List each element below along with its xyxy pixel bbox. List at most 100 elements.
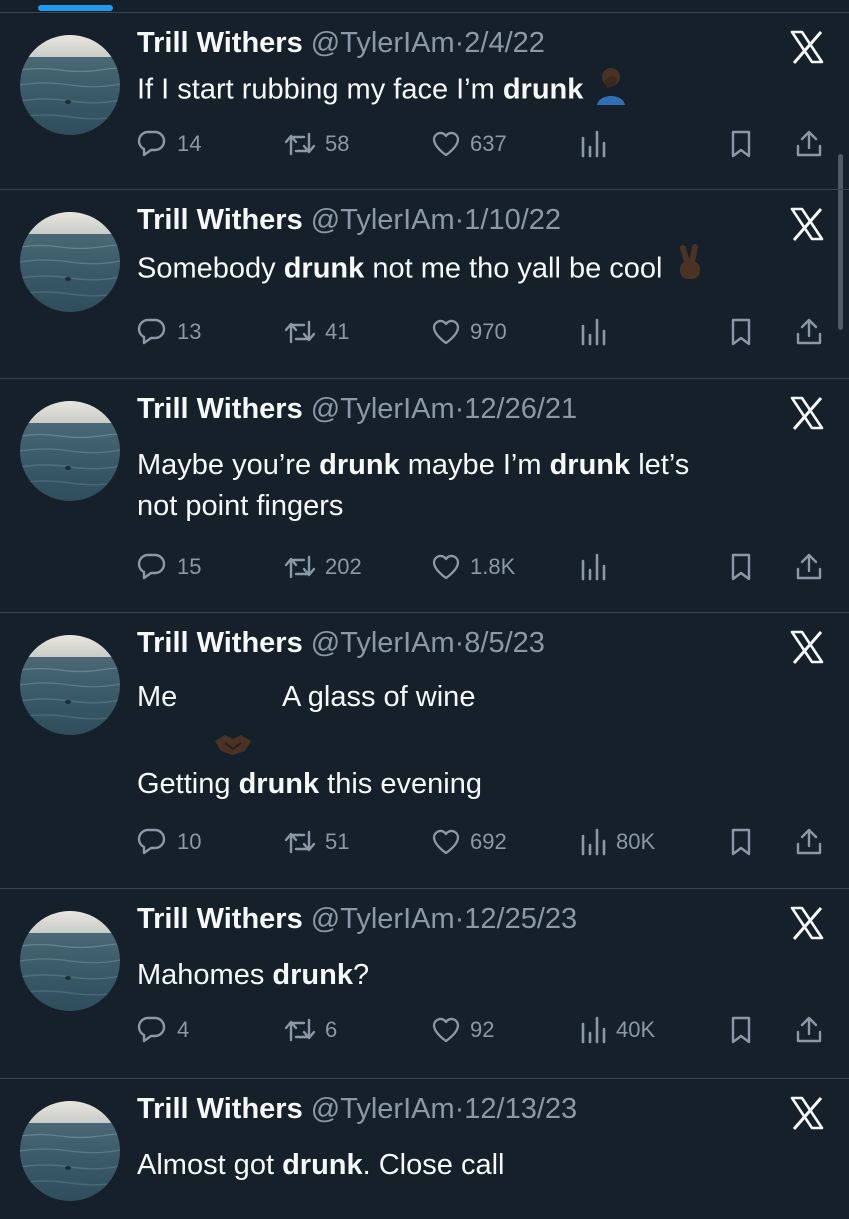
- author-name[interactable]: Trill Withers: [137, 393, 303, 425]
- tweet[interactable]: Trill Withers @TylerIAm·1/10/22 Somebody …: [0, 190, 849, 379]
- x-logo-icon: [789, 395, 825, 431]
- x-logo-icon: [789, 1095, 825, 1131]
- bookmark-button[interactable]: [726, 824, 756, 860]
- views-button[interactable]: 80K: [578, 824, 655, 860]
- bookmark-button[interactable]: [726, 549, 756, 585]
- avatar[interactable]: [20, 401, 120, 501]
- tweet-date[interactable]: 2/4/22: [464, 27, 545, 59]
- avatar[interactable]: [20, 212, 120, 312]
- author-name[interactable]: Trill Withers: [137, 1093, 303, 1125]
- avatar[interactable]: [20, 35, 120, 135]
- text-segment: . Close call: [362, 1149, 505, 1181]
- reply-button[interactable]: 10: [137, 824, 201, 860]
- x-logo-icon: [789, 206, 825, 242]
- tweet[interactable]: Trill Withers @TylerIAm·12/25/23 Mahomes …: [0, 889, 849, 1079]
- bookmark-button[interactable]: [726, 314, 756, 350]
- x-logo-icon: [789, 629, 825, 665]
- retweet-button[interactable]: 58: [283, 126, 349, 162]
- bar-chart-icon: [578, 1014, 608, 1046]
- reply-icon: [137, 1014, 169, 1046]
- views-button[interactable]: 40K: [578, 1012, 655, 1048]
- share-button[interactable]: [794, 314, 824, 350]
- bookmark-icon: [726, 128, 756, 160]
- like-button[interactable]: 1.8K: [430, 549, 515, 585]
- tweet[interactable]: Trill Withers @TylerIAm·2/4/22 If I start…: [0, 13, 849, 190]
- retweet-count: 41: [325, 319, 350, 344]
- retweet-button[interactable]: 51: [283, 824, 349, 860]
- heart-icon: [430, 551, 462, 583]
- like-button[interactable]: 637: [430, 126, 507, 162]
- retweet-count: 202: [325, 554, 362, 579]
- tweet[interactable]: Trill Withers @TylerIAm·12/13/23 Almost g…: [0, 1079, 849, 1219]
- author-handle[interactable]: @TylerIAm: [311, 1093, 455, 1125]
- author-name[interactable]: Trill Withers: [137, 903, 303, 935]
- tweet[interactable]: Trill Withers @TylerIAm·8/5/23 Me A glass …: [0, 613, 849, 889]
- author-handle[interactable]: @TylerIAm: [311, 204, 455, 236]
- retweet-icon: [283, 1014, 317, 1046]
- share-button[interactable]: [794, 126, 824, 162]
- separator-dot: ·: [454, 27, 465, 59]
- reply-button[interactable]: 14: [137, 126, 201, 162]
- bar-chart-icon: [578, 316, 608, 348]
- tweet-date[interactable]: 12/26/21: [464, 393, 577, 425]
- share-icon: [794, 826, 824, 858]
- tweet-header: Trill Withers @TylerIAm·2/4/22: [137, 25, 545, 61]
- share-button[interactable]: [794, 824, 824, 860]
- reply-icon: [137, 826, 169, 858]
- text-segment: not point fingers: [137, 490, 344, 522]
- views-button[interactable]: [578, 549, 608, 585]
- tweet-text: Maybe you’re drunk maybe I’m drunk let’s…: [137, 445, 797, 527]
- author-name[interactable]: Trill Withers: [137, 27, 303, 59]
- avatar[interactable]: [20, 635, 120, 735]
- text-segment: let’s: [630, 449, 690, 481]
- tweet-date[interactable]: 1/10/22: [464, 204, 561, 236]
- reply-button[interactable]: 13: [137, 314, 201, 350]
- text-segment: Me: [137, 681, 178, 713]
- tweet[interactable]: Trill Withers @TylerIAm·12/26/21 Maybe yo…: [0, 379, 849, 613]
- reply-count: 14: [177, 131, 202, 156]
- tweet-header: Trill Withers @TylerIAm·8/5/23: [137, 625, 545, 661]
- text-segment: Maybe you’re: [137, 449, 320, 481]
- tweet-text: Me A glass of wine Getting drunk this even…: [137, 677, 797, 805]
- tweet-header: Trill Withers @TylerIAm·12/13/23: [137, 1091, 577, 1127]
- author-name[interactable]: Trill Withers: [137, 204, 303, 236]
- views-button[interactable]: [578, 314, 608, 350]
- like-button[interactable]: 692: [430, 824, 507, 860]
- tweet-date[interactable]: 8/5/23: [464, 627, 545, 659]
- share-button[interactable]: [794, 549, 824, 585]
- tweet-date[interactable]: 12/25/23: [464, 903, 577, 935]
- author-handle[interactable]: @TylerIAm: [311, 393, 455, 425]
- highlighted-text: drunk: [282, 1149, 363, 1181]
- bookmark-icon: [726, 826, 756, 858]
- reply-button[interactable]: 15: [137, 549, 201, 585]
- tweet-text: If I start rubbing my face I’m drunk: [137, 65, 797, 117]
- text-segment: If I start rubbing my face I’m: [137, 73, 503, 106]
- text-line: Almost got drunk. Close call: [137, 1145, 797, 1186]
- like-button[interactable]: 970: [430, 314, 507, 350]
- retweet-button[interactable]: 41: [283, 314, 349, 350]
- share-button[interactable]: [794, 1012, 824, 1048]
- author-handle[interactable]: @TylerIAm: [311, 27, 455, 59]
- retweet-button[interactable]: 6: [283, 1012, 337, 1048]
- author-handle[interactable]: @TylerIAm: [311, 627, 455, 659]
- text-line: [137, 718, 797, 764]
- text-line: not point fingers: [137, 486, 797, 527]
- text-segment: ?: [352, 959, 370, 991]
- bookmark-button[interactable]: [726, 1012, 756, 1048]
- bookmark-icon: [726, 1014, 756, 1046]
- retweet-button[interactable]: 202: [283, 549, 362, 585]
- author-name[interactable]: Trill Withers: [137, 627, 303, 659]
- reply-button[interactable]: 4: [137, 1012, 189, 1048]
- avatar[interactable]: [20, 1101, 120, 1201]
- heart-icon: [430, 316, 462, 348]
- avatar[interactable]: [20, 911, 120, 1011]
- text-line: Somebody drunk not me tho yall be cool: [137, 244, 797, 296]
- text-line: If I start rubbing my face I’m drunk: [137, 65, 797, 117]
- bookmark-button[interactable]: [726, 126, 756, 162]
- tweet-date[interactable]: 12/13/23: [464, 1093, 577, 1125]
- views-button[interactable]: [578, 126, 608, 162]
- author-handle[interactable]: @TylerIAm: [311, 903, 455, 935]
- tweet-actions: 14 58 637: [0, 126, 849, 162]
- highlighted-text: drunk: [283, 252, 365, 285]
- like-button[interactable]: 92: [430, 1012, 494, 1048]
